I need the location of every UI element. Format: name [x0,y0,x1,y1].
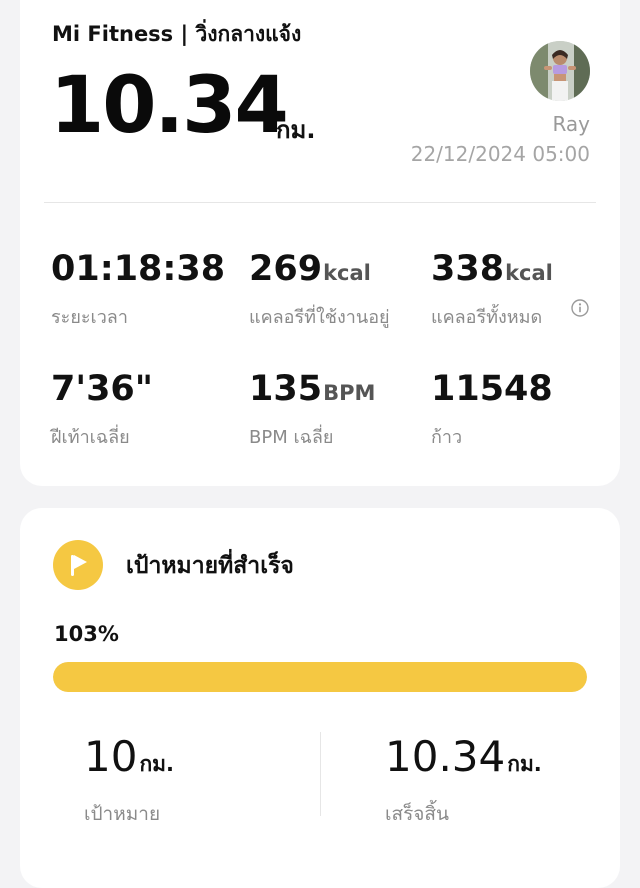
stat-unit: kcal [323,261,371,285]
stat-label: ก้าว [431,427,463,448]
goal-title: เป้าหมายที่สำเร็จ [126,553,294,579]
stat-steps: 11548 ก้าว [431,368,554,451]
stat-label: แคลอรีทั้งหมด [431,307,543,328]
stat-number: 269 [249,249,323,289]
goal-completed: 10.34กม. เสร็จสิ้น [385,732,542,829]
goal-icon-badge [53,540,103,590]
stat-active-calories: 269kcal แคลอรีที่ใช้งานอยู่ [249,248,390,331]
avatar-photo [530,41,590,101]
stat-label: แคลอรีที่ใช้งานอยู่ [249,307,390,328]
goal-progress-fill [53,662,587,692]
goal-card [20,508,620,888]
goal-completed-value-row: 10.34กม. [385,732,542,789]
goal-target: 10กม. เป้าหมาย [84,732,174,829]
stat-value: 01:18:38 [51,248,226,294]
goal-completed-value: 10.34 [385,732,506,781]
info-icon[interactable] [571,299,589,317]
stat-average-pace: 7'36" ฝีเท้าเฉลี่ย [51,368,154,451]
app-title: Mi Fitness | วิ่งกลางแจ้ง [52,22,302,46]
stat-duration: 01:18:38 ระยะเวลา [51,248,226,331]
vertical-divider [320,732,321,816]
stat-number: 7'36" [51,369,154,409]
flag-icon [71,555,87,576]
stat-label: BPM เฉลี่ย [249,427,334,448]
stat-value: 338kcal [431,248,553,294]
distance-unit: กม. [276,116,316,144]
goal-completed-label: เสร็จสิ้น [385,803,450,825]
avatar[interactable] [530,41,590,101]
goal-target-value-row: 10กม. [84,732,174,789]
divider [44,202,596,203]
stat-number: 01:18:38 [51,249,226,289]
stat-number: 338 [431,249,505,289]
goal-target-label: เป้าหมาย [84,803,161,825]
stat-total-calories: 338kcal แคลอรีทั้งหมด [431,248,553,331]
stat-average-bpm: 135BPM BPM เฉลี่ย [249,368,375,451]
stat-unit: kcal [505,261,553,285]
distance-value: 10.34 [50,61,289,151]
stat-value: 7'36" [51,368,154,414]
stat-value: 135BPM [249,368,375,414]
stat-label: ฝีเท้าเฉลี่ย [51,427,130,448]
goal-percent: 103% [54,622,119,646]
stat-unit: BPM [323,381,376,405]
workout-datetime: 22/12/2024 05:00 [410,142,590,166]
stat-label: ระยะเวลา [51,307,128,328]
goal-completed-unit: กม. [507,752,542,776]
stat-number: 135 [249,369,323,409]
goal-progress-bar [53,662,587,692]
stat-value: 11548 [431,368,554,414]
stat-number: 11548 [431,369,553,409]
goal-target-unit: กม. [139,752,174,776]
user-name: Ray [552,112,590,136]
goal-target-value: 10 [84,732,138,781]
stat-value: 269kcal [249,248,390,294]
